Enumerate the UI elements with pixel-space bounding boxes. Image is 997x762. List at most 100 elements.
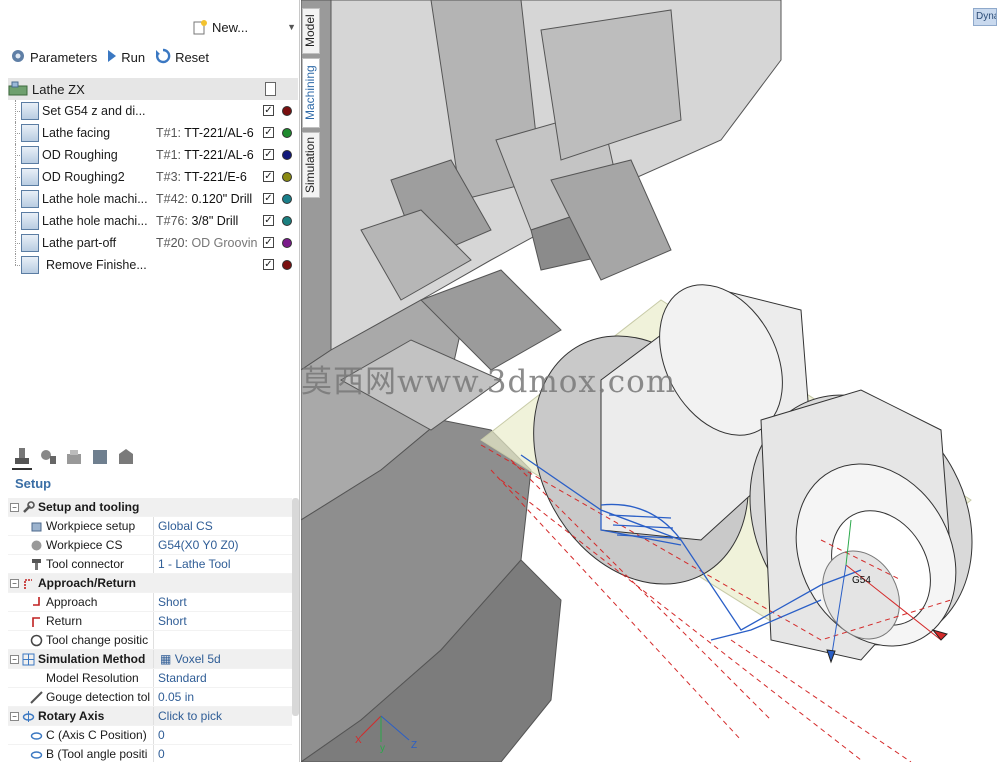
prop-value[interactable]: 0.05 in	[158, 690, 194, 704]
parameters-button[interactable]: Parameters	[10, 48, 97, 67]
tab-simulation[interactable]: Simulation	[302, 132, 320, 198]
tool-number[interactable]: T#76:	[156, 214, 188, 228]
prop-value[interactable]: Short	[158, 614, 187, 628]
chevron-down-icon[interactable]: ▼	[287, 22, 296, 32]
prop-b-axis[interactable]: B (Tool angle positi 0	[8, 745, 292, 762]
collapse-icon[interactable]: −	[10, 579, 19, 588]
prop-value[interactable]: 0	[158, 747, 165, 761]
color-dot[interactable]	[282, 106, 292, 116]
group-rotary-axis[interactable]: − Rotary Axis Click to pick	[8, 707, 292, 726]
gouge-icon	[30, 691, 43, 704]
prop-value[interactable]: G54(X0 Y0 Z0)	[158, 538, 238, 552]
approach-icon	[30, 596, 43, 609]
prop-label: B (Tool angle positi	[46, 747, 148, 761]
tool-tab-icon[interactable]	[38, 446, 58, 468]
enabled-checkbox[interactable]: ✓	[263, 149, 274, 160]
group-setup-and-tooling[interactable]: − Setup and tooling	[8, 498, 292, 517]
stock-tab-icon[interactable]	[64, 446, 84, 468]
return-icon	[30, 615, 43, 628]
prop-return[interactable]: Return Short	[8, 612, 292, 631]
tree-row[interactable]: OD Roughing T#1: TT-221/AL-6 ✓	[8, 144, 298, 166]
voxel-icon: ▦	[160, 652, 172, 666]
tool-name: 0.120" Drill	[191, 192, 253, 206]
tool-number[interactable]: T#42:	[156, 192, 188, 206]
group-simulation-method[interactable]: − Simulation Method ▦ Voxel 5d	[8, 650, 292, 669]
operation-name: Remove Finishe...	[46, 258, 147, 272]
divider	[153, 612, 154, 630]
color-dot[interactable]	[282, 150, 292, 160]
tree-row[interactable]: OD Roughing2 T#3: TT-221/E-6 ✓	[8, 166, 298, 188]
divider	[153, 631, 154, 649]
prop-value[interactable]: Short	[158, 595, 187, 609]
fixture-tab-icon[interactable]	[116, 446, 136, 468]
color-dot[interactable]	[282, 216, 292, 226]
divider	[153, 650, 154, 668]
prop-value[interactable]: Click to pick	[158, 709, 222, 723]
prop-approach[interactable]: Approach Short	[8, 593, 292, 612]
document-icon[interactable]	[265, 82, 276, 96]
prop-label: Approach	[46, 595, 98, 609]
axis-x-label: X	[355, 735, 362, 746]
run-label: Run	[121, 49, 146, 65]
prop-value[interactable]: Standard	[158, 671, 207, 685]
operation-tool: T#1: TT-221/AL-6	[156, 148, 264, 162]
enabled-checkbox[interactable]: ✓	[263, 259, 274, 270]
setup-tab-icon[interactable]	[12, 446, 32, 470]
tree-row[interactable]: Remove Finishe... ✓	[8, 254, 298, 276]
prop-tool-connector[interactable]: Tool connector 1 - Lathe Tool	[8, 555, 292, 574]
property-tab-icons	[12, 446, 136, 470]
color-dot[interactable]	[282, 172, 292, 182]
property-scrollbar[interactable]	[292, 498, 299, 716]
tool-connector-icon	[30, 558, 43, 571]
prop-workpiece-setup[interactable]: Workpiece setup Global CS	[8, 517, 292, 536]
operation-icon	[21, 168, 39, 186]
enabled-checkbox[interactable]: ✓	[263, 215, 274, 226]
tab-machining[interactable]: Machining	[302, 58, 320, 128]
collapse-icon[interactable]: −	[10, 712, 19, 721]
tool-number[interactable]: T#3:	[156, 170, 182, 184]
tree-root-lathe-zx[interactable]: Lathe ZX	[8, 78, 298, 100]
prop-value[interactable]: ▦ Voxel 5d	[160, 652, 221, 666]
prop-workpiece-cs[interactable]: Workpiece CS G54(X0 Y0 Z0)	[8, 536, 292, 555]
group-label: Approach/Return	[38, 576, 137, 590]
b-axis-icon	[30, 748, 43, 761]
enabled-checkbox[interactable]: ✓	[263, 193, 274, 204]
prop-model-resolution[interactable]: Model Resolution Standard	[8, 669, 292, 688]
tree-row[interactable]: Lathe hole machi... T#42: 0.120" Drill ✓	[8, 188, 298, 210]
enabled-checkbox[interactable]: ✓	[263, 171, 274, 182]
operation-name: Lathe facing	[42, 126, 111, 140]
tree-row[interactable]: Lathe facing T#1: TT-221/AL-6 ✓	[8, 122, 298, 144]
tree-row[interactable]: Set G54 z and di... ✓	[8, 100, 298, 122]
collapse-icon[interactable]: −	[10, 655, 19, 664]
color-dot[interactable]	[282, 194, 292, 204]
prop-value[interactable]: 0	[158, 728, 165, 742]
enabled-checkbox[interactable]: ✓	[263, 127, 274, 138]
color-dot[interactable]	[282, 128, 292, 138]
prop-value[interactable]: 1 - Lathe Tool	[158, 557, 231, 571]
collapse-icon[interactable]: −	[10, 503, 19, 512]
prop-tool-change-position[interactable]: Tool change positic	[8, 631, 292, 650]
enabled-checkbox[interactable]: ✓	[263, 105, 274, 116]
part-tab-icon[interactable]	[90, 446, 110, 468]
prop-gouge-detection[interactable]: Gouge detection tol 0.05 in	[8, 688, 292, 707]
group-approach-return[interactable]: − Approach/Return	[8, 574, 292, 593]
dynamic-view-button[interactable]: Dyna	[973, 8, 997, 26]
vertical-tab-strip: Model Machining Simulation	[302, 8, 320, 198]
enabled-checkbox[interactable]: ✓	[263, 237, 274, 248]
reset-button[interactable]: Reset	[155, 48, 209, 67]
tool-number[interactable]: T#20:	[156, 236, 188, 250]
tool-number[interactable]: T#1:	[156, 126, 182, 140]
new-button[interactable]: New... ▼	[192, 16, 296, 38]
tab-model[interactable]: Model	[302, 8, 320, 54]
prop-value[interactable]: Global CS	[158, 519, 213, 533]
tool-number[interactable]: T#1:	[156, 148, 182, 162]
operation-icon	[21, 146, 39, 164]
color-dot[interactable]	[282, 238, 292, 248]
3d-viewport[interactable]: 莫西网www.3dmox.com G54 X y Z Dyna	[301, 0, 997, 762]
prop-c-axis[interactable]: C (Axis C Position) 0	[8, 726, 292, 745]
sim-value-text: Voxel 5d	[174, 652, 221, 666]
tree-row[interactable]: Lathe hole machi... T#76: 3/8" Drill ✓	[8, 210, 298, 232]
tree-row[interactable]: Lathe part-off T#20: OD Groovin ✓	[8, 232, 298, 254]
run-button[interactable]: Run	[107, 49, 145, 66]
color-dot[interactable]	[282, 260, 292, 270]
